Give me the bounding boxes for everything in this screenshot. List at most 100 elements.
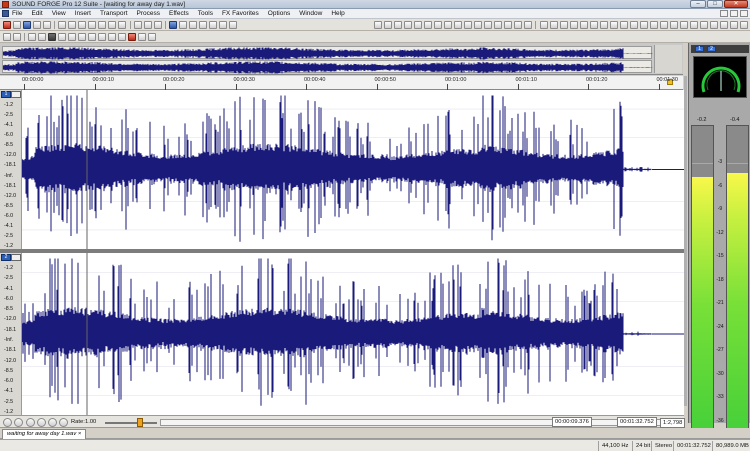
history-icon[interactable] [434, 21, 442, 29]
play-all-icon[interactable] [28, 33, 36, 41]
stop-icon[interactable] [48, 33, 56, 41]
time-ruler[interactable]: 00:00:00 00:00:10 00:00:20 00:00:30 00:00:40… [0, 76, 683, 90]
zoom-ratio[interactable]: 1:2,798 [660, 418, 686, 428]
rate-slider-track[interactable] [105, 422, 157, 424]
cd-icon[interactable] [524, 21, 532, 29]
redo-icon[interactable] [144, 21, 152, 29]
next-marker-icon[interactable] [118, 33, 126, 41]
previous-marker-icon[interactable] [108, 33, 116, 41]
fx-favorite-13-icon[interactable] [660, 21, 668, 29]
menu-file[interactable]: File [12, 10, 22, 17]
fx-favorite-6-icon[interactable] [590, 21, 598, 29]
plugin-chain-icon[interactable] [374, 21, 382, 29]
trim-icon[interactable] [98, 21, 106, 29]
save-icon[interactable] [23, 21, 31, 29]
menu-insert[interactable]: Insert [75, 10, 91, 17]
record-icon[interactable] [128, 33, 136, 41]
undo-icon[interactable] [134, 21, 142, 29]
tab-waiting-for-away-day[interactable]: waiting for away day 1.wav × [2, 429, 87, 439]
fx-favorite-9-icon[interactable] [620, 21, 628, 29]
regions-icon[interactable] [404, 21, 412, 29]
fx-favorite-4-icon[interactable] [570, 21, 578, 29]
fx-favorite-3-icon[interactable] [560, 21, 568, 29]
open-file-icon[interactable] [13, 21, 21, 29]
rewind-icon[interactable] [88, 33, 96, 41]
document-icon[interactable] [2, 10, 9, 17]
event-tool-icon[interactable] [209, 21, 217, 29]
fx-favorite-18-icon[interactable] [710, 21, 718, 29]
loop-icon[interactable] [13, 33, 21, 41]
fx-favorite-17-icon[interactable] [700, 21, 708, 29]
meter-channel-1-button[interactable]: 1 [695, 46, 704, 52]
overview-channel-1[interactable] [2, 46, 653, 60]
loudness-icon[interactable] [484, 21, 492, 29]
record-small-icon[interactable] [14, 418, 23, 427]
magnify-tool-icon[interactable] [179, 21, 187, 29]
channel-1-waveform-area[interactable] [22, 90, 684, 249]
loop-playback-icon[interactable] [3, 418, 12, 427]
stop-small-icon[interactable] [37, 418, 46, 427]
time-display-icon[interactable] [464, 21, 472, 29]
fx-favorite-8-icon[interactable] [610, 21, 618, 29]
grid-icon[interactable] [229, 21, 237, 29]
minimize-button[interactable]: – [690, 0, 706, 8]
channel-2-badge[interactable]: 2 [1, 254, 11, 261]
pencil-tool-icon[interactable] [189, 21, 197, 29]
punch-icon[interactable] [138, 33, 146, 41]
fx-favorite-5-icon[interactable] [580, 21, 588, 29]
edit-tool-icon[interactable] [169, 21, 177, 29]
vertical-scrollbar[interactable] [684, 76, 687, 406]
overview-channel-2[interactable] [2, 60, 653, 74]
fx-favorite-7-icon[interactable] [600, 21, 608, 29]
fx-favorite-16-icon[interactable] [690, 21, 698, 29]
keyboard-icon[interactable] [444, 21, 452, 29]
doc-close-button[interactable] [740, 10, 748, 17]
mute-icon[interactable] [108, 21, 116, 29]
fx-favorite-12-icon[interactable] [650, 21, 658, 29]
doc-minimize-button[interactable] [720, 10, 728, 17]
menu-effects[interactable]: Effects [169, 10, 189, 17]
spectrum-icon[interactable] [394, 21, 402, 29]
video-icon[interactable] [474, 21, 482, 29]
rate-slider-thumb[interactable] [137, 418, 143, 427]
horizontal-scrollbar[interactable] [160, 419, 680, 426]
fast-forward-icon[interactable] [98, 33, 106, 41]
envelope-tool-icon[interactable] [199, 21, 207, 29]
channel-1-expand-icon[interactable] [11, 91, 21, 98]
go-start-icon[interactable] [38, 33, 46, 41]
menu-fx-favorites[interactable]: FX Favorites [222, 10, 259, 17]
cursor-position[interactable]: 00:00:09.376 [552, 417, 592, 427]
render-icon[interactable] [43, 21, 51, 29]
fx-favorite-10-icon[interactable] [630, 21, 638, 29]
go-start-small-icon[interactable] [26, 418, 35, 427]
play-small-icon[interactable] [59, 418, 68, 427]
close-button[interactable]: ✕ [724, 0, 748, 8]
fx-favorite-21-icon[interactable] [740, 21, 748, 29]
snap-icon[interactable] [219, 21, 227, 29]
record-arm-icon[interactable] [3, 33, 11, 41]
repeat-icon[interactable] [154, 21, 162, 29]
explorer-icon[interactable] [424, 21, 432, 29]
fx-favorite-11-icon[interactable] [640, 21, 648, 29]
save-as-icon[interactable] [33, 21, 41, 29]
menu-view[interactable]: View [52, 10, 66, 17]
phase-scope-icon[interactable] [504, 21, 512, 29]
markers-icon[interactable] [414, 21, 422, 29]
doc-restore-button[interactable] [730, 10, 738, 17]
vu-icon[interactable] [514, 21, 522, 29]
menu-transport[interactable]: Transport [100, 10, 128, 17]
fx-favorite-19-icon[interactable] [720, 21, 728, 29]
overview-navigator[interactable] [0, 43, 683, 75]
go-end-icon[interactable] [78, 33, 86, 41]
menu-edit[interactable]: Edit [31, 10, 42, 17]
meters-icon[interactable] [494, 21, 502, 29]
menu-options[interactable]: Options [268, 10, 290, 17]
menu-tools[interactable]: Tools [198, 10, 213, 17]
channel-2-waveform-area[interactable] [22, 253, 684, 415]
channel-1-badge[interactable]: 1 [1, 91, 11, 98]
effect-chain-icon[interactable] [384, 21, 392, 29]
fx-favorite-15-icon[interactable] [680, 21, 688, 29]
mix-paste-icon[interactable] [88, 21, 96, 29]
fx-favorite-1-icon[interactable] [540, 21, 548, 29]
play-icon[interactable] [58, 33, 66, 41]
